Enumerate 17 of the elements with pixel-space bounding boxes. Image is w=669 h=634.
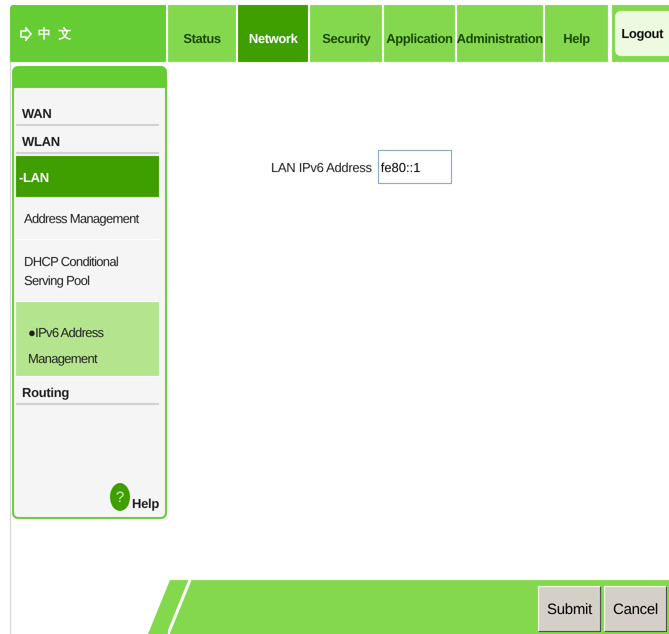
logout-button[interactable]: Logout: [615, 11, 669, 56]
nav-tab[interactable]: Application: [384, 5, 455, 62]
sidebar-item[interactable]: Routing: [16, 378, 159, 404]
nav-tab[interactable]: Status: [168, 5, 236, 62]
nav-tab[interactable]: Administration: [456, 5, 543, 62]
sidebar-subitem[interactable]: ●IPv6 Address Management: [16, 302, 159, 376]
arrow-icon: [20, 26, 32, 40]
nav-tab[interactable]: Help: [544, 5, 608, 62]
help-link[interactable]: Help: [132, 496, 159, 511]
form-button[interactable]: Cancel: [604, 586, 667, 632]
sidebar-item[interactable]: WLAN: [16, 128, 159, 154]
input-field[interactable]: fe80::1: [378, 150, 452, 184]
sidebar-item[interactable]: WAN: [16, 100, 159, 126]
form-button[interactable]: Submit: [538, 586, 601, 632]
nav-tab[interactable]: Security: [310, 5, 382, 62]
sidebar-subitem[interactable]: Address Management: [16, 197, 159, 240]
field-label: LAN IPv6 Address: [271, 160, 372, 174]
